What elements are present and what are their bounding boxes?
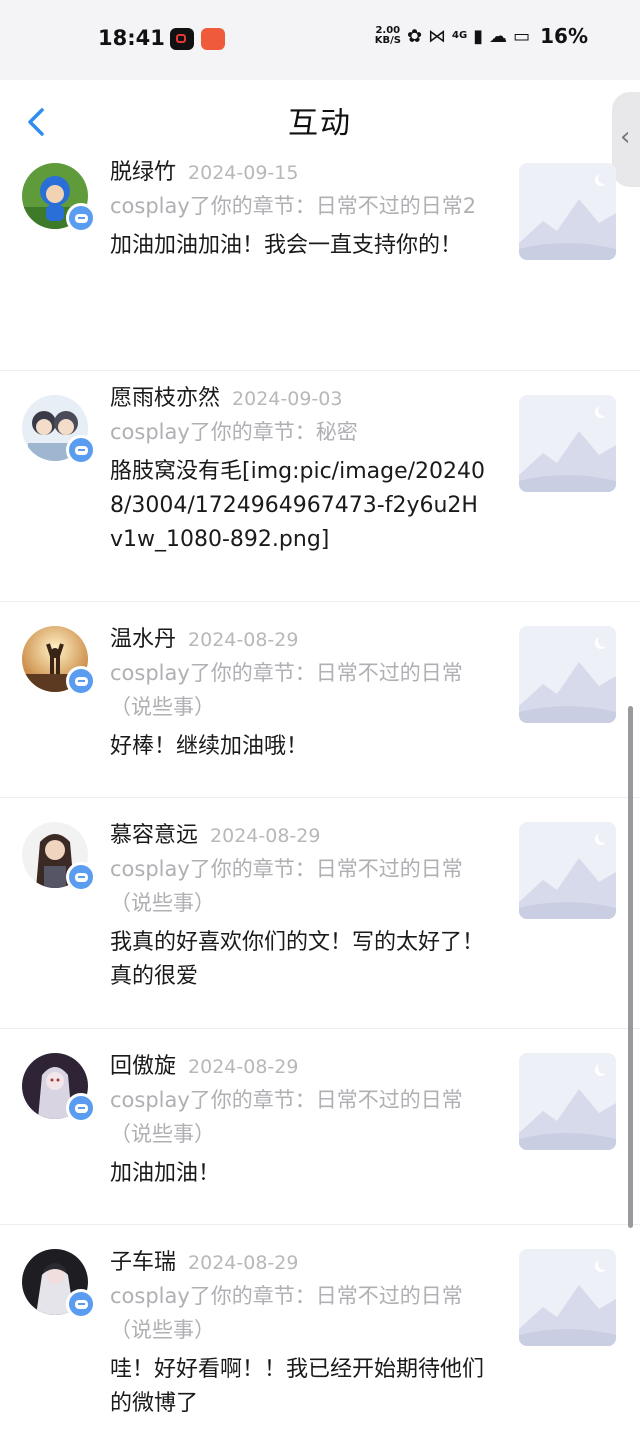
chevron-left-icon: ‹	[620, 122, 631, 152]
video-app-icon	[170, 28, 194, 50]
page-title: 互动	[288, 106, 352, 141]
chapter-thumbnail[interactable]	[519, 395, 616, 492]
list-item[interactable]: 愿雨枝亦然 2024-09-03 cosplay了你的章节：秘密 胳肢窝没有毛[i…	[0, 371, 640, 602]
chapter-reference[interactable]: cosplay了你的章节：秘密	[110, 415, 490, 449]
item-meta: 慕容意远 2024-08-29	[110, 818, 490, 852]
comment-text: 我真的好喜欢你们的文！写的太好了！真的很爱	[110, 930, 485, 989]
battery-icon: ▭	[513, 25, 531, 47]
item-content: 慕容意远 2024-08-29 cosplay了你的章节：日常不过的日常（说些事）…	[110, 798, 490, 994]
comment-text: 胳肢窝没有毛[img:pic/image/202408/3004/1724964…	[110, 459, 486, 552]
nav-header: 互动	[0, 80, 640, 155]
item-meta: 子车瑞 2024-08-29	[110, 1245, 490, 1279]
signal-icon: ▮	[473, 25, 484, 47]
timestamp: 2024-08-29	[188, 1252, 299, 1274]
comment-text: 加油加油！	[110, 1161, 221, 1186]
item-content: 愿雨枝亦然 2024-09-03 cosplay了你的章节：秘密 胳肢窝没有毛[i…	[110, 371, 490, 557]
timestamp: 2024-09-15	[188, 162, 299, 184]
comment-badge-icon	[66, 435, 96, 465]
bow-icon: ⋈	[428, 25, 447, 47]
timestamp: 2024-09-03	[232, 388, 343, 410]
avatar-container[interactable]	[22, 1249, 96, 1319]
scrollbar[interactable]	[628, 706, 633, 1228]
username[interactable]: 愿雨枝亦然	[110, 386, 220, 411]
timestamp: 2024-08-29	[188, 1056, 299, 1078]
item-meta: 温水丹 2024-08-29	[110, 622, 490, 656]
status-time: 18:41	[98, 26, 165, 50]
comment-text: 好棒！继续加油哦！	[110, 734, 309, 759]
username[interactable]: 子车瑞	[110, 1250, 176, 1275]
timestamp: 2024-08-29	[188, 629, 299, 651]
avatar-container[interactable]	[22, 626, 96, 696]
avatar-container[interactable]	[22, 822, 96, 892]
chapter-reference[interactable]: cosplay了你的章节：日常不过的日常（说些事）	[110, 1279, 490, 1347]
chapter-thumbnail[interactable]	[519, 163, 616, 260]
interaction-list: 脱绿竹 2024-09-15 cosplay了你的章节：日常不过的日常2 加油加油…	[0, 155, 640, 1445]
username[interactable]: 回傲旋	[110, 1054, 176, 1079]
item-content: 回傲旋 2024-08-29 cosplay了你的章节：日常不过的日常（说些事） …	[110, 1029, 490, 1191]
chapter-thumbnail[interactable]	[519, 626, 616, 723]
wifi-icon: ☁	[489, 25, 508, 47]
item-content: 子车瑞 2024-08-29 cosplay了你的章节：日常不过的日常（说些事） …	[110, 1225, 490, 1421]
battery-level: 16%	[540, 24, 588, 48]
item-meta: 回傲旋 2024-08-29	[110, 1049, 490, 1083]
username[interactable]: 温水丹	[110, 627, 176, 652]
chapter-thumbnail[interactable]	[519, 1249, 616, 1346]
username[interactable]: 脱绿竹	[110, 160, 176, 185]
comment-badge-icon	[66, 1289, 96, 1319]
item-meta: 愿雨枝亦然 2024-09-03	[110, 381, 490, 415]
comment-text: 哇！好好看啊！！我已经开始期待他们的微博了	[110, 1357, 485, 1416]
avatar-container[interactable]	[22, 163, 96, 233]
chapter-reference[interactable]: cosplay了你的章节：日常不过的日常（说些事）	[110, 852, 490, 920]
net-speed: 2.00 KB/S	[375, 26, 401, 46]
chapter-reference[interactable]: cosplay了你的章节：日常不过的日常（说些事）	[110, 656, 490, 724]
list-item[interactable]: 脱绿竹 2024-09-15 cosplay了你的章节：日常不过的日常2 加油加油…	[0, 155, 640, 371]
item-content: 脱绿竹 2024-09-15 cosplay了你的章节：日常不过的日常2 加油加油…	[110, 155, 490, 263]
comment-badge-icon	[66, 862, 96, 892]
chapter-reference[interactable]: cosplay了你的章节：日常不过的日常（说些事）	[110, 1083, 490, 1151]
item-content: 温水丹 2024-08-29 cosplay了你的章节：日常不过的日常（说些事） …	[110, 602, 490, 764]
network-type: 4G	[452, 30, 468, 41]
chapter-reference[interactable]: cosplay了你的章节：日常不过的日常2	[110, 189, 490, 223]
list-item[interactable]: 温水丹 2024-08-29 cosplay了你的章节：日常不过的日常（说些事） …	[0, 602, 640, 798]
timestamp: 2024-08-29	[210, 825, 321, 847]
item-meta: 脱绿竹 2024-09-15	[110, 155, 490, 189]
avatar-container[interactable]	[22, 395, 96, 465]
shop-app-icon	[201, 28, 225, 50]
username[interactable]: 慕容意远	[110, 823, 198, 848]
list-item[interactable]: 回傲旋 2024-08-29 cosplay了你的章节：日常不过的日常（说些事） …	[0, 1029, 640, 1225]
list-item[interactable]: 子车瑞 2024-08-29 cosplay了你的章节：日常不过的日常（说些事） …	[0, 1225, 640, 1445]
status-bar: 18:41 2.00 KB/S ✿ ⋈ 4G ▮ ☁ ▭ 16%	[0, 0, 640, 80]
notification-icon: ✿	[406, 25, 423, 47]
status-indicators: 2.00 KB/S ✿ ⋈ 4G ▮ ☁ ▭ 16%	[375, 24, 588, 48]
net-speed-unit: KB/S	[374, 35, 401, 46]
comment-badge-icon	[66, 666, 96, 696]
list-item[interactable]: 慕容意远 2024-08-29 cosplay了你的章节：日常不过的日常（说些事）…	[0, 798, 640, 1029]
chapter-thumbnail[interactable]	[519, 822, 616, 919]
chapter-thumbnail[interactable]	[519, 1053, 616, 1150]
avatar-container[interactable]	[22, 1053, 96, 1123]
comment-text: 加油加油加油！我会一直支持你的！	[110, 233, 463, 258]
comment-badge-icon	[66, 203, 96, 233]
comment-badge-icon	[66, 1093, 96, 1123]
